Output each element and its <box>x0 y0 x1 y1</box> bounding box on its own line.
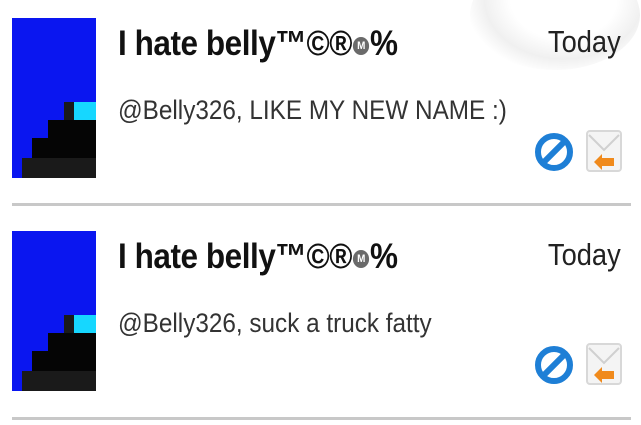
author-name[interactable]: I hate belly™©® M% <box>118 237 398 277</box>
comment-feed: I hate belly™©® M% Today @Belly326, LIKE … <box>0 0 641 425</box>
author-name-text: I hate belly™©® <box>118 237 352 276</box>
timestamp: Today <box>548 237 621 272</box>
feed-item[interactable]: I hate belly™©® M% Today @Belly326, suck … <box>0 213 641 419</box>
divider <box>12 417 631 420</box>
author-name-text: I hate belly™©® <box>118 24 352 63</box>
divider <box>12 203 631 206</box>
reply-envelope-icon[interactable] <box>584 341 624 387</box>
block-icon[interactable] <box>534 132 574 172</box>
message-text: @Belly326, suck a truck fatty <box>118 308 432 338</box>
block-icon[interactable] <box>534 345 574 385</box>
m-badge-icon: M <box>352 250 370 268</box>
avatar[interactable] <box>12 231 96 391</box>
author-name[interactable]: I hate belly™©® M% <box>118 24 398 64</box>
message-text: @Belly326, LIKE MY NEW NAME :) <box>118 95 507 125</box>
feed-item[interactable]: I hate belly™©® M% Today @Belly326, LIKE … <box>0 0 641 206</box>
author-name-suffix: % <box>369 237 398 276</box>
timestamp: Today <box>548 24 621 59</box>
m-badge-icon: M <box>352 37 370 55</box>
author-name-suffix: % <box>369 24 398 63</box>
reply-envelope-icon[interactable] <box>584 128 624 174</box>
avatar[interactable] <box>12 18 96 178</box>
